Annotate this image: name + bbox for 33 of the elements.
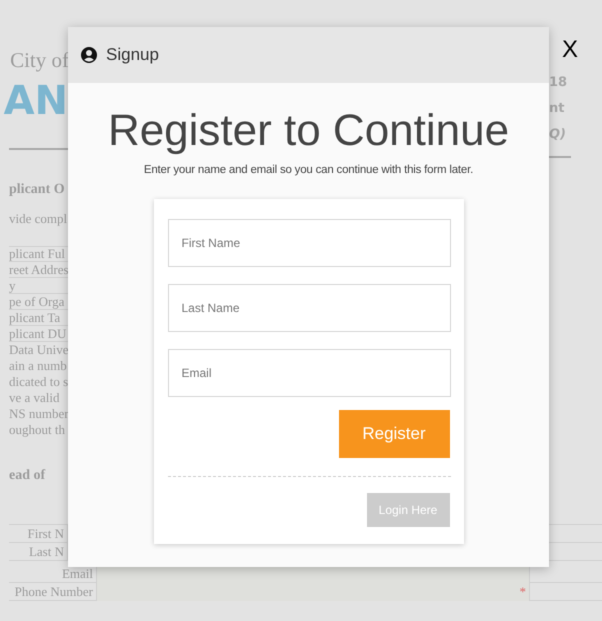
dialog-heading: Register to Continue	[106, 105, 510, 157]
field-label: reet Addres	[9, 262, 68, 277]
dialog-subtitle: Enter your name and email so you can continue with this form later.	[142, 163, 474, 177]
user-icon	[81, 47, 97, 63]
field-label: plicant Ful	[9, 247, 65, 261]
body-text: Data Unive	[9, 342, 68, 358]
field-label: pe of Orga	[9, 294, 64, 309]
city-label: City of	[10, 48, 69, 72]
heading-fragment: 18	[549, 74, 568, 92]
register-button[interactable]: Register	[338, 410, 450, 458]
input-field[interactable]: Last Name	[168, 284, 450, 332]
field-label: Email	[62, 565, 93, 582]
input-field[interactable]: First Name	[168, 219, 450, 267]
body-text: ain a numb	[9, 358, 67, 374]
section-heading: plicant O	[9, 180, 65, 198]
field-label: plicant DU	[9, 326, 66, 341]
dialog-title: Signup	[106, 44, 159, 66]
body-text: dicated to s	[9, 374, 68, 390]
body-text: vide compl	[9, 210, 68, 228]
body-text: ve a valid	[9, 390, 60, 406]
section-heading: ead of	[9, 466, 46, 484]
close-button[interactable]: X	[559, 36, 581, 64]
heading-fragment: nt	[549, 100, 566, 118]
field-label: First N	[28, 525, 64, 542]
body-text: oughout th	[9, 422, 65, 438]
heading-fragment: Q)	[549, 126, 567, 144]
input-field[interactable]: Email	[168, 349, 450, 397]
field-label: Phone Number	[14, 583, 93, 600]
required-mark: *	[520, 586, 526, 598]
field-label: y	[9, 278, 16, 293]
logo-text: AN	[4, 77, 68, 126]
field-label: plicant Ta	[9, 310, 60, 325]
field-label: Last N	[28, 543, 64, 560]
